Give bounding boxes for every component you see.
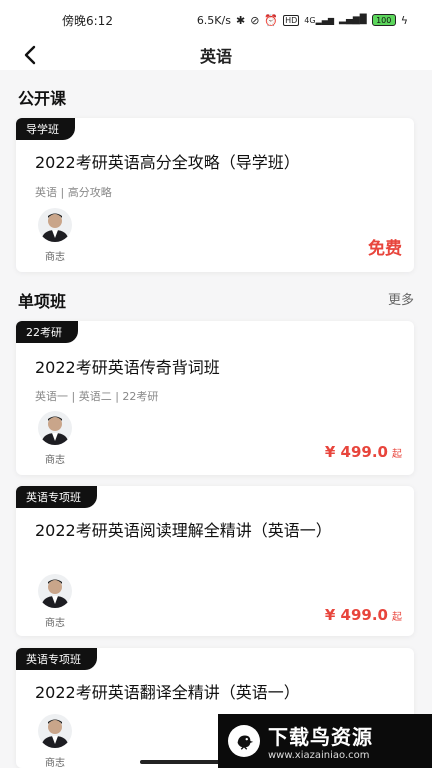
teacher-name: 商志 (45, 252, 65, 263)
bluetooth-icon: ✱ (235, 13, 246, 27)
course-tag: 英语专项班 (16, 486, 97, 508)
watermark: 下载鸟资源 www.xiazainiao.com (218, 714, 432, 768)
course-title: 2022考研英语翻译全精讲（英语一） (35, 683, 300, 702)
bird-logo-icon (228, 725, 260, 757)
avatar (38, 714, 72, 748)
mute-icon: ⊘ (250, 13, 260, 27)
teacher[interactable]: 商志 (35, 714, 75, 768)
status-time: 傍晚6:12 (62, 13, 113, 28)
hd-icon: HD (283, 14, 300, 26)
course-tag: 导学班 (16, 118, 75, 140)
teacher-name: 商志 (45, 618, 65, 629)
nav-bar: 英语 (0, 40, 432, 70)
price-free: 免费 (368, 239, 402, 259)
price: ¥ 499.0 起 (325, 606, 402, 624)
course-tag: 22考研 (16, 321, 78, 343)
watermark-name: 下载鸟资源 (268, 725, 373, 749)
avatar (38, 208, 72, 242)
course-card[interactable]: 英语专项班 2022考研英语阅读理解全精讲（英语一） 商志 ¥ 499.0 起 (16, 486, 414, 636)
alarm-icon: ⏰ (264, 13, 279, 27)
net-speed: 6.5K/s (196, 13, 231, 27)
status-bar: 傍晚6:12 6.5K/s ✱ ⊘ ⏰ HD 4G▂▄▆ ▂▄▆█ 100 ϟ (0, 0, 432, 40)
charging-icon: ϟ (400, 13, 408, 27)
course-title: 2022考研英语高分全攻略（导学班） (35, 153, 300, 172)
course-card[interactable]: 导学班 2022考研英语高分全攻略（导学班） 英语 | 高分攻略 商志 免费 (16, 118, 414, 272)
avatar (38, 411, 72, 445)
price-suffix: 起 (392, 449, 402, 460)
price-suffix: 起 (392, 612, 402, 623)
price-value: ¥ 499.0 (324, 606, 388, 624)
signal-icon: ▂▄▆█ (339, 15, 367, 25)
battery-icon: 100 (371, 14, 396, 26)
section-title-open-course: 公开课 (18, 89, 67, 108)
status-icons: 6.5K/s ✱ ⊘ ⏰ HD 4G▂▄▆ ▂▄▆█ 100 ϟ (197, 14, 408, 27)
teacher[interactable]: 商志 (35, 574, 75, 629)
course-subtitle: 英语一 | 英语二 | 22考研 (35, 390, 159, 403)
teacher[interactable]: 商志 (35, 208, 75, 263)
course-title: 2022考研英语传奇背词班 (35, 358, 220, 377)
section-title-single-class: 单项班 (18, 292, 67, 311)
watermark-url: www.xiazainiao.com (268, 750, 370, 761)
price: 免费 (368, 234, 402, 259)
more-link[interactable]: 更多 (388, 289, 414, 308)
teacher-name: 商志 (45, 758, 65, 768)
back-button[interactable] (16, 40, 44, 70)
course-subtitle: 英语 | 高分攻略 (35, 186, 112, 199)
course-tag: 英语专项班 (16, 648, 97, 670)
course-title: 2022考研英语阅读理解全精讲（英语一） (35, 521, 332, 540)
course-card[interactable]: 22考研 2022考研英语传奇背词班 英语一 | 英语二 | 22考研 商志 ¥… (16, 321, 414, 475)
teacher[interactable]: 商志 (35, 411, 75, 466)
signal-4g-icon: 4G▂▄▆ (304, 15, 335, 25)
price: ¥ 499.0 起 (325, 443, 402, 461)
page-title: 英语 (199, 47, 232, 66)
avatar (38, 574, 72, 608)
teacher-name: 商志 (45, 455, 65, 466)
price-value: ¥ 499.0 (324, 443, 388, 461)
chevron-left-icon (24, 45, 36, 65)
